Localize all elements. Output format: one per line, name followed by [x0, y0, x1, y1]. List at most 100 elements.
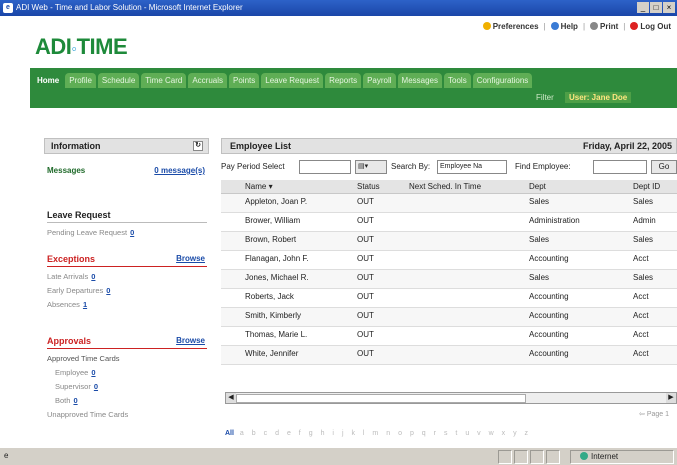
exceptions-heading: Exceptions Browse: [47, 254, 207, 267]
tab-configurations[interactable]: Configurations: [472, 73, 533, 88]
tab-home[interactable]: Home: [33, 73, 64, 88]
leave-request-section: Leave Request Pending Leave Request 0: [47, 210, 207, 237]
status-segment: [514, 450, 528, 464]
page-number: Page 1: [646, 411, 669, 418]
exceptions-section: Exceptions Browse Late Arrivals 0 Early D…: [47, 254, 207, 309]
table-row[interactable]: Flanagan, John F. OUT Accounting Acct: [221, 251, 677, 270]
tab-accruals[interactable]: Accruals: [188, 73, 228, 88]
employee-list-title: Employee List: [230, 141, 292, 151]
header-links: Preferences | Help | Print | Log Out: [482, 22, 671, 31]
filter-link[interactable]: Filter: [536, 93, 554, 102]
table-row[interactable]: Brower, William OUT Administration Admin: [221, 213, 677, 232]
col-dept-id[interactable]: Dept ID: [633, 182, 677, 191]
alpha-letter[interactable]: j: [342, 430, 344, 437]
tab-time-card[interactable]: Time Card: [141, 73, 187, 88]
logout-link[interactable]: Log Out: [630, 22, 671, 31]
pay-period-input[interactable]: [299, 160, 351, 174]
alpha-letter[interactable]: r: [434, 430, 436, 437]
late-arrivals-count[interactable]: 0: [91, 272, 95, 281]
alpha-letter[interactable]: x: [502, 430, 506, 437]
employee-approvals-count[interactable]: 0: [91, 368, 95, 377]
alpha-letter[interactable]: k: [351, 430, 355, 437]
alpha-letter[interactable]: e: [287, 430, 291, 437]
tab-tools[interactable]: Tools: [444, 73, 471, 88]
scroll-left-icon[interactable]: ◀: [226, 393, 236, 403]
prev-page-icon[interactable]: ⇦: [639, 411, 645, 418]
alpha-letter[interactable]: v: [477, 430, 481, 437]
tab-schedule[interactable]: Schedule: [97, 73, 140, 88]
minimize-button[interactable]: _: [637, 2, 649, 13]
preferences-link[interactable]: Preferences: [482, 22, 539, 31]
search-by-label: Search By:: [391, 162, 431, 171]
tab-profile[interactable]: Profile: [65, 73, 96, 88]
exceptions-browse-link[interactable]: Browse: [176, 254, 205, 263]
alpha-letter[interactable]: w: [489, 430, 494, 437]
close-button[interactable]: ×: [663, 2, 675, 13]
pay-period-dropdown[interactable]: ▤▾: [355, 160, 387, 174]
alpha-letter[interactable]: f: [299, 430, 301, 437]
alpha-letter[interactable]: c: [264, 430, 268, 437]
alpha-letter[interactable]: n: [386, 430, 390, 437]
status-segment: [498, 450, 512, 464]
window-title: ADI Web - Time and Labor Solution - Micr…: [16, 3, 243, 12]
table-row[interactable]: White, Jennifer OUT Accounting Acct: [221, 346, 677, 365]
alpha-letter[interactable]: y: [513, 430, 517, 437]
refresh-icon[interactable]: ↻: [193, 141, 203, 151]
col-dept[interactable]: Dept: [529, 182, 629, 191]
alpha-letter[interactable]: a: [240, 430, 244, 437]
messages-link[interactable]: 0 message(s): [154, 166, 205, 175]
alpha-letter[interactable]: q: [422, 430, 426, 437]
table-row[interactable]: Brown, Robert OUT Sales Sales: [221, 232, 677, 251]
alpha-letter[interactable]: h: [321, 430, 325, 437]
tab-payroll[interactable]: Payroll: [363, 73, 396, 88]
col-name[interactable]: Name ▾: [245, 182, 357, 191]
alpha-letter[interactable]: p: [410, 430, 414, 437]
scrollbar-thumb[interactable]: [236, 394, 526, 403]
search-by-select[interactable]: Employee Na: [437, 160, 507, 174]
alpha-letter[interactable]: s: [444, 430, 448, 437]
tab-reports[interactable]: Reports: [325, 73, 362, 88]
alpha-letter[interactable]: u: [465, 430, 469, 437]
approvals-heading: Approvals Browse: [47, 336, 207, 349]
alpha-letter[interactable]: d: [275, 430, 279, 437]
supervisor-approvals-count[interactable]: 0: [94, 382, 98, 391]
find-employee-input[interactable]: [593, 160, 647, 174]
page-status-icon: e: [4, 451, 9, 460]
tab-points[interactable]: Points: [229, 73, 260, 88]
table-row[interactable]: Jones, Michael R. OUT Sales Sales: [221, 270, 677, 289]
absences-item: Absences 1: [47, 300, 88, 309]
print-icon: [590, 22, 599, 30]
current-user: User: Jane Doe: [565, 92, 632, 103]
early-departures-count[interactable]: 0: [106, 286, 110, 295]
alpha-letter[interactable]: o: [398, 430, 402, 437]
horizontal-scrollbar[interactable]: ◀ ▶: [225, 392, 677, 404]
maximize-button[interactable]: □: [650, 2, 662, 13]
go-button[interactable]: Go: [651, 160, 677, 174]
absences-count[interactable]: 1: [83, 300, 87, 309]
alpha-letter[interactable]: z: [525, 430, 529, 437]
tab-messages[interactable]: Messages: [397, 73, 443, 88]
table-row[interactable]: Thomas, Marie L. OUT Accounting Acct: [221, 327, 677, 346]
col-next-sched[interactable]: Next Sched. In Time: [409, 182, 523, 191]
table-row[interactable]: Appleton, Joan P. OUT Sales Sales: [221, 194, 677, 213]
alpha-letter[interactable]: i: [332, 430, 334, 437]
pending-leave-count[interactable]: 0: [130, 228, 134, 237]
alpha-letter[interactable]: m: [372, 430, 378, 437]
table-row[interactable]: Roberts, Jack OUT Accounting Acct: [221, 289, 677, 308]
employee-filters: Pay Period Select ▤▾ Search By: Employee…: [221, 160, 677, 176]
scroll-right-icon[interactable]: ▶: [666, 393, 676, 403]
col-status[interactable]: Status: [357, 182, 403, 191]
approved-time-cards-label: Approved Time Cards: [47, 354, 120, 363]
print-link[interactable]: Print: [590, 22, 618, 31]
alpha-letter[interactable]: t: [455, 430, 457, 437]
both-approvals-count[interactable]: 0: [73, 396, 77, 405]
alpha-all-link[interactable]: All: [225, 430, 234, 437]
tab-leave-request[interactable]: Leave Request: [261, 73, 324, 88]
alpha-letter[interactable]: g: [309, 430, 313, 437]
alpha-letter[interactable]: b: [252, 430, 256, 437]
unapproved-time-cards-label: Unapproved Time Cards: [47, 410, 129, 419]
alpha-letter[interactable]: l: [363, 430, 365, 437]
approvals-browse-link[interactable]: Browse: [176, 336, 205, 345]
help-link[interactable]: Help: [550, 22, 578, 31]
table-row[interactable]: Smith, Kimberly OUT Accounting Acct: [221, 308, 677, 327]
